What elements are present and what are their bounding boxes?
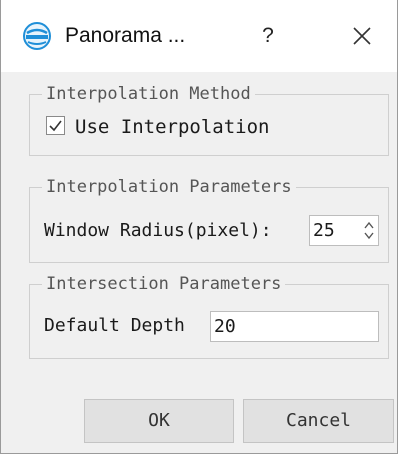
title-bar[interactable]: Panorama ... ? <box>1 0 397 72</box>
window-radius-spinbox[interactable]: 25 <box>309 215 379 246</box>
interpolation-method-group: Interpolation Method Use Interpolation <box>29 83 389 156</box>
help-button[interactable]: ? <box>253 20 283 52</box>
close-button[interactable] <box>345 20 379 52</box>
window-radius-label: Window Radius(pixel): <box>44 220 272 241</box>
use-interpolation-checkbox[interactable] <box>46 116 65 135</box>
group-title-interpolation-method: Interpolation Method <box>42 83 255 105</box>
spin-up-icon[interactable] <box>364 220 374 230</box>
use-interpolation-label: Use Interpolation <box>75 116 270 138</box>
ok-button[interactable]: OK <box>84 399 234 443</box>
checkmark-icon <box>49 120 62 132</box>
intersection-parameters-group: Intersection Parameters Default Depth 20 <box>29 273 389 359</box>
group-title-interpolation-parameters: Interpolation Parameters <box>42 176 296 198</box>
default-depth-input[interactable]: 20 <box>210 311 379 342</box>
app-logo-icon <box>22 21 52 51</box>
dialog-body: Interpolation Method Use Interpolation I… <box>1 72 397 453</box>
spin-arrows <box>364 220 374 241</box>
close-icon <box>353 27 371 45</box>
panorama-dialog: Panorama ... ? Interpolation Method Use … <box>0 0 398 454</box>
window-title: Panorama ... <box>65 24 186 47</box>
group-title-intersection-parameters: Intersection Parameters <box>42 273 286 295</box>
cancel-button[interactable]: Cancel <box>243 399 394 443</box>
spin-down-icon[interactable] <box>364 231 374 241</box>
window-radius-value[interactable]: 25 <box>313 216 353 245</box>
interpolation-parameters-group: Interpolation Parameters Window Radius(p… <box>29 176 389 263</box>
default-depth-label: Default Depth <box>44 315 185 336</box>
